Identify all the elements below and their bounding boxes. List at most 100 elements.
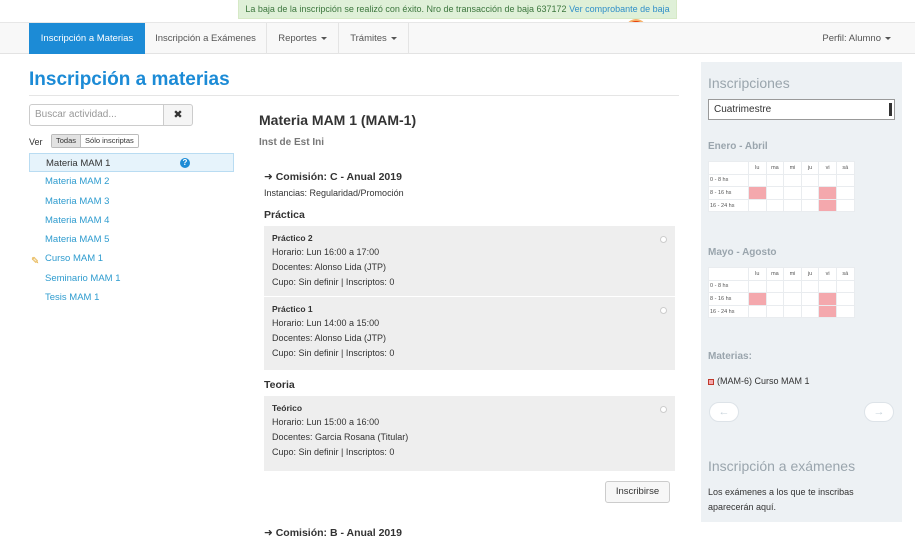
grid-corner [708,267,749,281]
ver-comprobante-link[interactable]: Ver comprobante de baja [569,4,670,14]
activity-label: Tesis MAM 1 [45,292,100,304]
activity-label: Materia MAM 5 [45,234,110,246]
practica-title: Práctica [264,209,305,221]
nav-tab-label: Inscripción a Exámenes [155,33,256,44]
activity-item[interactable]: Tesis MAM 1 [29,288,234,307]
nav-tab-inscripcion-materias[interactable]: Inscripción a Materias [29,23,145,54]
success-alert: La baja de la inscripción se realizó con… [238,0,677,19]
grid-cell [783,173,802,188]
grid-cell [800,279,820,294]
grid-row-label: 16 - 24 hs [708,198,749,213]
schedule-grid: lu ma mi ju vi sá 0 - 8 hs 8 - 16 hs 16 … [708,267,855,319]
grid-cell [800,292,820,306]
grid-cell-occupied [818,292,837,306]
nav-tab-inscripcion-examenes[interactable]: Inscripción a Exámenes [145,23,267,54]
grid-row-label: 0 - 8 hs [708,173,749,188]
grid-cell [783,304,802,319]
activity-item[interactable]: ✎ Curso MAM 1 [29,249,234,268]
title-divider [29,95,679,96]
schedule-slot[interactable]: Teórico Horario: Lun 15:00 a 16:00 Docen… [264,396,675,471]
slot-cupo: Cupo: Sin definir | Inscriptos: 0 [272,277,395,287]
comision-title: ➜ Comisión: C - Anual 2019 [264,171,402,183]
activity-item[interactable]: Materia MAM 1 ? [29,153,234,173]
page-title: Inscripción a materias [29,69,230,90]
activity-item[interactable]: Materia MAM 5 [29,230,234,249]
activity-label: Seminario MAM 1 [45,272,121,284]
grid-cell [765,304,785,319]
grid-day-header: sá [835,267,855,281]
color-square-icon [708,378,714,385]
grid-cell [748,304,767,319]
inscribirse-button[interactable]: Inscribirse [605,481,670,503]
slot-docentes: Docentes: Garcia Rosana (Titular) [272,432,409,442]
grid-cell [835,304,855,319]
slot-cupo: Cupo: Sin definir | Inscriptos: 0 [272,447,395,457]
grid-cell [818,173,837,188]
nav-tab-tramites[interactable]: Trámites [339,23,409,54]
instancias-text: Instancias: Regularidad/Promoción [264,188,404,198]
period-title: Enero - Abril [708,141,768,152]
sidebar-title: Inscripciones [708,75,790,91]
grid-day-header: vi [818,267,837,281]
materia-subtitle: Inst de Est Ini [259,137,325,148]
prev-arrow-button[interactable]: ← [709,402,739,422]
alert-text: La baja de la inscripción se realizó con… [245,4,567,14]
grid-cell [783,198,802,213]
grid-day-header: vi [818,161,837,175]
slot-radio[interactable] [660,307,667,314]
activity-item[interactable]: Materia MAM 3 [29,192,234,211]
slot-cupo: Cupo: Sin definir | Inscriptos: 0 [272,348,395,358]
period-select[interactable]: Cuatrimestre [708,99,895,120]
ver-filter-group: Todas Sólo inscriptas [51,134,139,148]
nav-tab-label: Reportes [278,33,317,44]
grid-cell [748,173,767,188]
grid-cell [748,198,767,213]
activity-label: Materia MAM 1 [46,158,111,169]
next-arrow-button[interactable]: → [864,402,894,422]
top-navbar: Inscripción a Materias Inscripción a Exá… [0,22,915,54]
nav-tab-reportes[interactable]: Reportes [267,23,339,54]
slot-docentes: Docentes: Alonso Lida (JTP) [272,262,387,272]
filter-solo-inscriptas-button[interactable]: Sólo inscriptas [81,135,138,147]
schedule-slot[interactable]: Práctico 1 Horario: Lun 14:00 a 15:00 Do… [264,296,675,370]
slot-radio[interactable] [660,236,667,243]
filter-todas-button[interactable]: Todas [52,135,82,147]
activity-label: Materia MAM 3 [45,195,110,207]
grid-day-header: mi [783,267,802,281]
activity-item[interactable]: Materia MAM 4 [29,211,234,230]
slot-name: Práctico 1 [272,304,313,314]
grid-cell [765,173,785,188]
schedule-grid: lu ma mi ju vi sá 0 - 8 hs 8 - 16 hs 16 … [708,161,855,213]
help-icon[interactable]: ? [180,158,190,168]
success-alert-wrap: La baja de la inscripción se realizó con… [0,0,915,22]
activity-item[interactable]: Seminario MAM 1 [29,269,234,288]
activity-item[interactable]: Materia MAM 2 [29,172,234,191]
grid-cell [765,186,785,200]
examenes-text: Los exámenes a los que te inscribas apar… [708,487,854,512]
grid-day-header: sá [835,161,855,175]
teoria-title: Teoria [264,379,295,391]
slot-name: Teórico [272,403,303,413]
nav-tab-label: Inscripción a Materias [40,33,134,44]
activity-list: Materia MAM 1 ? Materia MAM 2 Materia MA… [29,153,234,307]
slot-radio[interactable] [660,406,667,413]
chevron-down-icon [885,36,891,40]
grid-row-label: 8 - 16 hs [708,292,749,306]
grid-cell [765,292,785,306]
grid-cell [765,198,785,213]
grid-cell [748,279,767,294]
grid-row-label: 0 - 8 hs [708,279,749,294]
chevron-down-icon [320,36,327,40]
grid-cell [835,198,855,213]
chevron-down-icon [390,36,397,40]
activity-label: Curso MAM 1 [45,253,104,265]
search-input[interactable]: Buscar actividad... [29,104,164,126]
perfil-dropdown[interactable]: Perfil: Alumno [822,23,891,54]
grid-cell [800,186,820,200]
examenes-title: Inscripción a exámenes [708,458,856,474]
grid-day-header: ma [765,161,785,175]
clear-search-button[interactable]: ✖ [163,104,193,126]
comision-title: ➜ Comisión: B - Anual 2019 [264,527,402,539]
schedule-slot[interactable]: Práctico 2 Horario: Lun 16:00 a 17:00 Do… [264,226,675,296]
grid-cell-occupied [748,292,767,306]
